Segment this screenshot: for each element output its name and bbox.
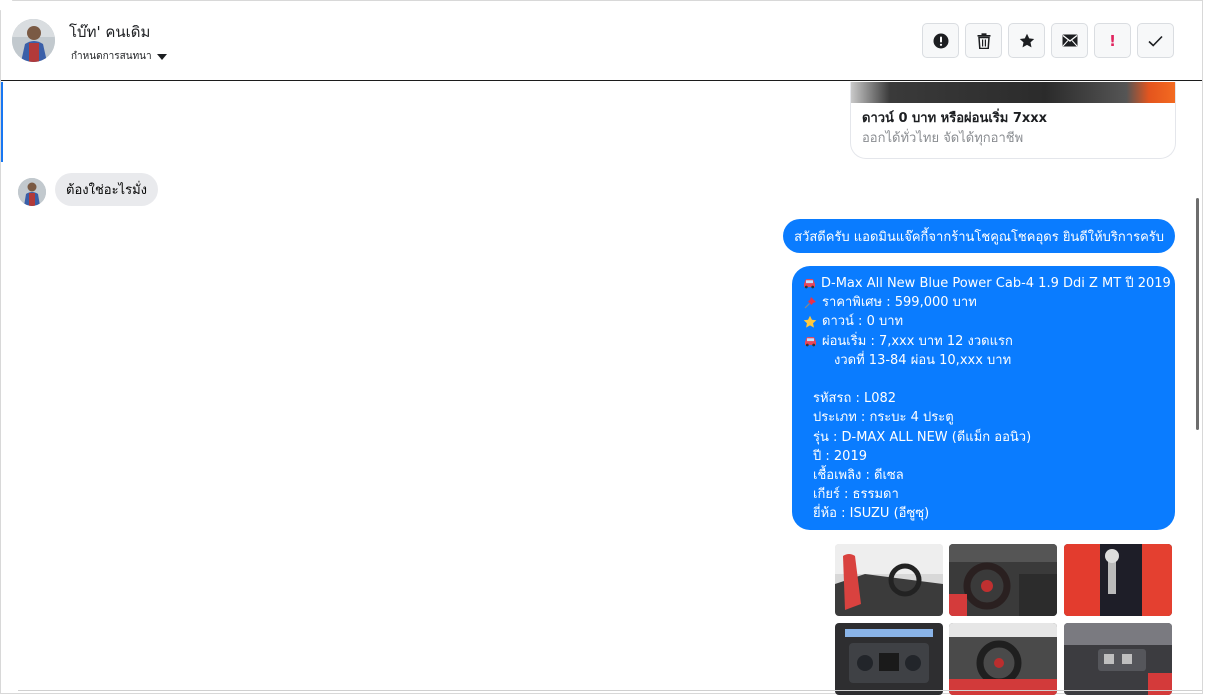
detail-brand-line: ยี่ห้อ : ISUZU (อีซูซุ) [813,506,930,522]
photo-thumbnail[interactable] [1064,544,1172,616]
exclamation-icon: ! [1109,31,1116,50]
star-button[interactable] [1008,23,1045,58]
caret-down-icon [156,54,167,60]
envelope-icon [1062,34,1077,47]
mark-unread-button[interactable] [1051,23,1088,58]
photo-thumbnail[interactable] [949,544,1057,616]
contact-avatar[interactable] [12,19,55,62]
detail-price-line: ราคาพิเศษ : 599,000 บาท [803,293,1164,312]
detail-year-line: ปี : 2019 [813,448,867,464]
photo-thumbnail[interactable] [1064,623,1172,695]
detail-gear-line: เกียร์ : ธรรมดา [813,487,899,503]
link-preview-card[interactable]: ดาวน์ 0 บาท หรือผ่อนเริ่ม 7xxx ออกได้ทั่… [850,82,1176,159]
detail-installment-line: ผ่อนเริ่ม : 7,xxx บาท 12 งวดแรก [803,332,1164,351]
detail-down-line: ดาวน์ : 0 บาท [803,312,1164,331]
card-image [851,82,1175,103]
photo-thumbnail[interactable] [949,623,1057,695]
report-button[interactable] [922,23,959,58]
chat-scrollbar[interactable] [1196,198,1199,430]
exclamation-circle-icon [933,33,948,48]
conversation-header: โบ๊ท' คนเดิม กำหนดการสนทนา ! [1,1,1202,81]
star-icon [803,315,817,329]
pushpin-icon [803,296,817,310]
outgoing-car-details-message[interactable]: D-Max All New Blue Power Cab-4 1.9 Ddi Z… [792,266,1175,530]
schedule-label: กำหนดการสนทนา [71,51,152,62]
header-actions: ! [922,23,1174,58]
contact-name[interactable]: โบ๊ท' คนเดิม [69,20,150,44]
detail-version-line: รุ่น : D-MAX ALL NEW (ดีแม็ก ออนิว) [813,429,1032,445]
sender-avatar[interactable] [18,178,46,206]
car-icon [803,277,816,291]
trash-icon [977,32,990,49]
active-indicator [1,82,3,162]
outgoing-greeting-message[interactable]: สวัสดีครับ แอดมินแจ๊คกี้จากร้านโชคูณโชคอ… [783,219,1175,253]
incoming-message[interactable]: ต้องใช่อะไรมั่ง [55,173,158,206]
detail-model-line: D-Max All New Blue Power Cab-4 1.9 Ddi Z… [803,274,1171,293]
delete-button[interactable] [965,23,1002,58]
composer-divider [18,690,1202,691]
photo-thumbnail[interactable] [835,544,943,616]
detail-code-line: รหัสรถ : L082 [813,391,897,407]
star-icon [1019,33,1034,47]
car-icon [803,334,817,348]
check-icon [1148,35,1163,47]
conversation-schedule-dropdown[interactable]: กำหนดการสนทนา [71,49,167,64]
detail-fuel-line: เชื้อเพลิง : ดีเซล [813,467,904,483]
card-title: ดาวน์ 0 บาท หรือผ่อนเริ่ม 7xxx [862,111,1048,126]
spam-button[interactable]: ! [1094,23,1131,58]
card-subtitle: ออกได้ทั่วไทย จัดได้ทุกอาชีพ [862,131,1024,146]
detail-spacer [803,370,1164,389]
photo-thumbnail[interactable] [835,623,943,695]
detail-type-line: ประเภท : กระบะ 4 ประตู [813,410,954,426]
done-button[interactable] [1137,23,1174,58]
detail-installment-line-2: งวดที่ 13-84 ผ่อน 10,xxx บาท [834,352,1012,368]
